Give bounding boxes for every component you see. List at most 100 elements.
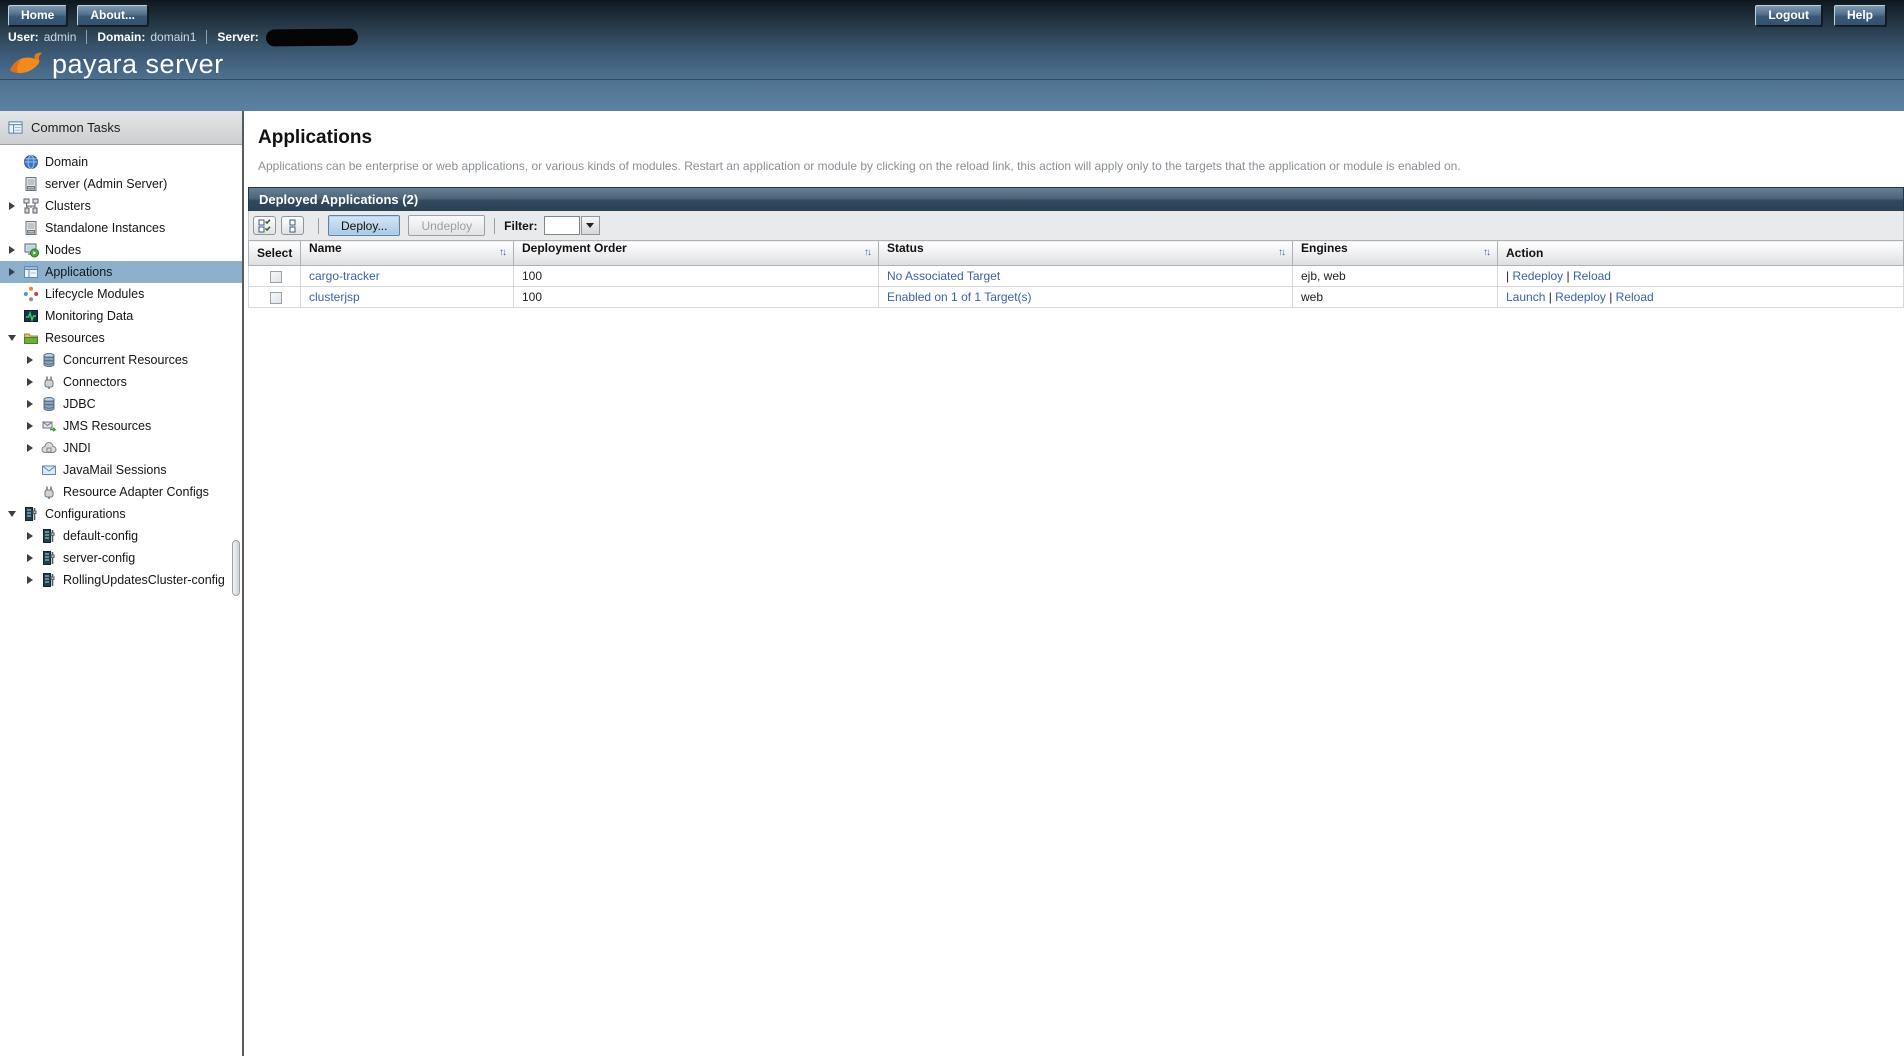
sidebar-item-nodes[interactable]: Nodes: [0, 239, 242, 261]
tree-expander-icon[interactable]: [6, 511, 18, 517]
undeploy-button[interactable]: Undeploy: [408, 215, 486, 236]
sidebar-item-label: Concurrent Resources: [63, 353, 189, 367]
about-button[interactable]: About...: [77, 4, 148, 26]
tree-expander-icon[interactable]: [24, 378, 36, 386]
sidebar-item-label: default-config: [63, 529, 139, 543]
domain-globe-icon: [22, 154, 39, 170]
common-tasks-header[interactable]: Common Tasks: [0, 111, 242, 145]
status-link[interactable]: Enabled on 1 of 1 Target(s): [887, 290, 1032, 304]
tree-expander-icon[interactable]: [24, 576, 36, 584]
sort-icon[interactable]: ↑↓: [1483, 241, 1491, 265]
monitoring-icon: [22, 308, 39, 324]
select-all-button[interactable]: [253, 216, 276, 235]
sidebar-item-rollingupdatescluster-config[interactable]: RollingUpdatesCluster-config: [0, 569, 242, 591]
action-link-launch[interactable]: Launch: [1506, 290, 1545, 304]
sort-icon[interactable]: ↑↓: [1278, 241, 1286, 265]
tree-expander-icon[interactable]: [6, 268, 18, 276]
status-link[interactable]: No Associated Target: [887, 269, 1000, 283]
sidebar-item-domain[interactable]: Domain: [0, 151, 242, 173]
server-value-redacted: [265, 28, 358, 46]
column-header-deployment-order: Deployment Order ↑↓: [513, 240, 879, 266]
navigation-tree: Domain server (Admin Server) Clusters Stand…: [0, 145, 242, 591]
user-info-bar: User: admin Domain: domain1 Server:: [0, 26, 1904, 48]
applications-table: Select Name ↑↓ Deployment Order ↑↓ Status ↑↓ En…: [248, 240, 1904, 308]
brand-logo-text: payara server: [52, 48, 224, 79]
sidebar-item-label: Domain: [45, 155, 89, 169]
config-icon: [40, 550, 57, 566]
action-link-redeploy[interactable]: Redeploy: [1555, 290, 1606, 304]
sidebar-item-server-admin-server[interactable]: server (Admin Server): [0, 173, 242, 195]
config-icon: [40, 572, 57, 588]
sidebar-item-resources[interactable]: Resources: [0, 327, 242, 349]
sidebar-item-javamail-sessions[interactable]: JavaMail Sessions: [0, 459, 242, 481]
select-cell: [248, 265, 301, 287]
tree-expander-icon[interactable]: [6, 202, 18, 210]
tree-expander-icon[interactable]: [6, 246, 18, 254]
sidebar-item-jms-resources[interactable]: JMS Resources: [0, 415, 242, 437]
application-name-link[interactable]: cargo-tracker: [309, 269, 380, 283]
sidebar-scrollbar-thumb[interactable]: [232, 540, 240, 596]
resources-folder-icon: [22, 330, 39, 346]
tree-expander-icon[interactable]: [24, 422, 36, 430]
action-link-reload[interactable]: Reload: [1616, 290, 1654, 304]
name-cell: clusterjsp: [300, 286, 514, 308]
sidebar-item-label: JNDI: [63, 441, 91, 455]
action-cell: Launch | Redeploy | Reload: [1497, 286, 1904, 308]
tree-expander-icon[interactable]: [24, 532, 36, 540]
action-link-redeploy[interactable]: Redeploy: [1512, 269, 1563, 283]
row-checkbox[interactable]: [269, 270, 282, 283]
sidebar-item-concurrent-resources[interactable]: Concurrent Resources: [0, 349, 242, 371]
application-name-link[interactable]: clusterjsp: [309, 290, 360, 304]
deselect-all-icon: [286, 219, 300, 233]
column-header-select: Select: [248, 240, 301, 266]
sidebar-item-label: Monitoring Data: [45, 309, 134, 323]
triangle-right-icon: [27, 422, 33, 430]
column-header-status: Status ↑↓: [878, 240, 1293, 266]
tree-expander-icon[interactable]: [24, 554, 36, 562]
sort-icon[interactable]: ↑↓: [499, 241, 507, 265]
tree-expander-icon[interactable]: [24, 400, 36, 408]
tree-expander-icon[interactable]: [24, 444, 36, 452]
tree-expander-icon[interactable]: [24, 356, 36, 364]
sidebar-item-label: Standalone Instances: [45, 221, 166, 235]
sidebar-item-server-config[interactable]: server-config: [0, 547, 242, 569]
filter-dropdown-button[interactable]: [580, 216, 600, 235]
home-button[interactable]: Home: [8, 4, 68, 26]
sort-icon[interactable]: ↑↓: [864, 241, 872, 265]
config-icon: [22, 506, 39, 522]
common-tasks-label: Common Tasks: [31, 120, 121, 135]
tree-expander-icon[interactable]: [6, 335, 18, 341]
deploy-button[interactable]: Deploy...: [328, 215, 401, 236]
filter-select[interactable]: [543, 216, 580, 235]
sidebar-item-lifecycle-modules[interactable]: Lifecycle Modules: [0, 283, 242, 305]
table-body: cargo-tracker 100 No Associated Target ejb,…: [248, 265, 1904, 308]
common-tasks-icon: [8, 120, 23, 135]
deselect-all-button[interactable]: [281, 216, 304, 235]
sidebar: Common Tasks Domain server (Admin Server)…: [0, 111, 244, 1056]
sidebar-item-applications[interactable]: Applications: [0, 261, 242, 283]
sidebar-item-jndi[interactable]: JNDI: [0, 437, 242, 459]
action-separator: |: [1605, 290, 1616, 304]
sidebar-item-clusters[interactable]: Clusters: [0, 195, 242, 217]
sidebar-item-default-config[interactable]: default-config: [0, 525, 242, 547]
sidebar-item-connectors[interactable]: Connectors: [0, 371, 242, 393]
nodes-icon: [22, 242, 39, 258]
logout-button[interactable]: Logout: [1755, 4, 1822, 26]
column-header-name: Name ↑↓: [300, 240, 514, 266]
sidebar-item-standalone-instances[interactable]: Standalone Instances: [0, 217, 242, 239]
action-link-reload[interactable]: Reload: [1573, 269, 1611, 283]
sidebar-item-jdbc[interactable]: JDBC: [0, 393, 242, 415]
engines-cell: ejb, web: [1292, 265, 1498, 287]
help-button[interactable]: Help: [1833, 4, 1886, 26]
sidebar-item-configurations[interactable]: Configurations: [0, 503, 242, 525]
sidebar-item-label: Configurations: [45, 507, 126, 521]
divider: [86, 30, 88, 44]
page-description: Applications can be enterprise or web ap…: [258, 159, 1461, 173]
sidebar-item-label: RollingUpdatesCluster-config: [63, 573, 225, 587]
action-cell: | Redeploy | Reload: [1497, 265, 1904, 287]
sidebar-item-resource-adapter-configs[interactable]: Resource Adapter Configs: [0, 481, 242, 503]
chevron-down-icon: [586, 223, 595, 228]
top-nav-strip: Home About... Logout Help: [0, 0, 1904, 26]
sidebar-item-monitoring-data[interactable]: Monitoring Data: [0, 305, 242, 327]
row-checkbox[interactable]: [269, 291, 282, 304]
